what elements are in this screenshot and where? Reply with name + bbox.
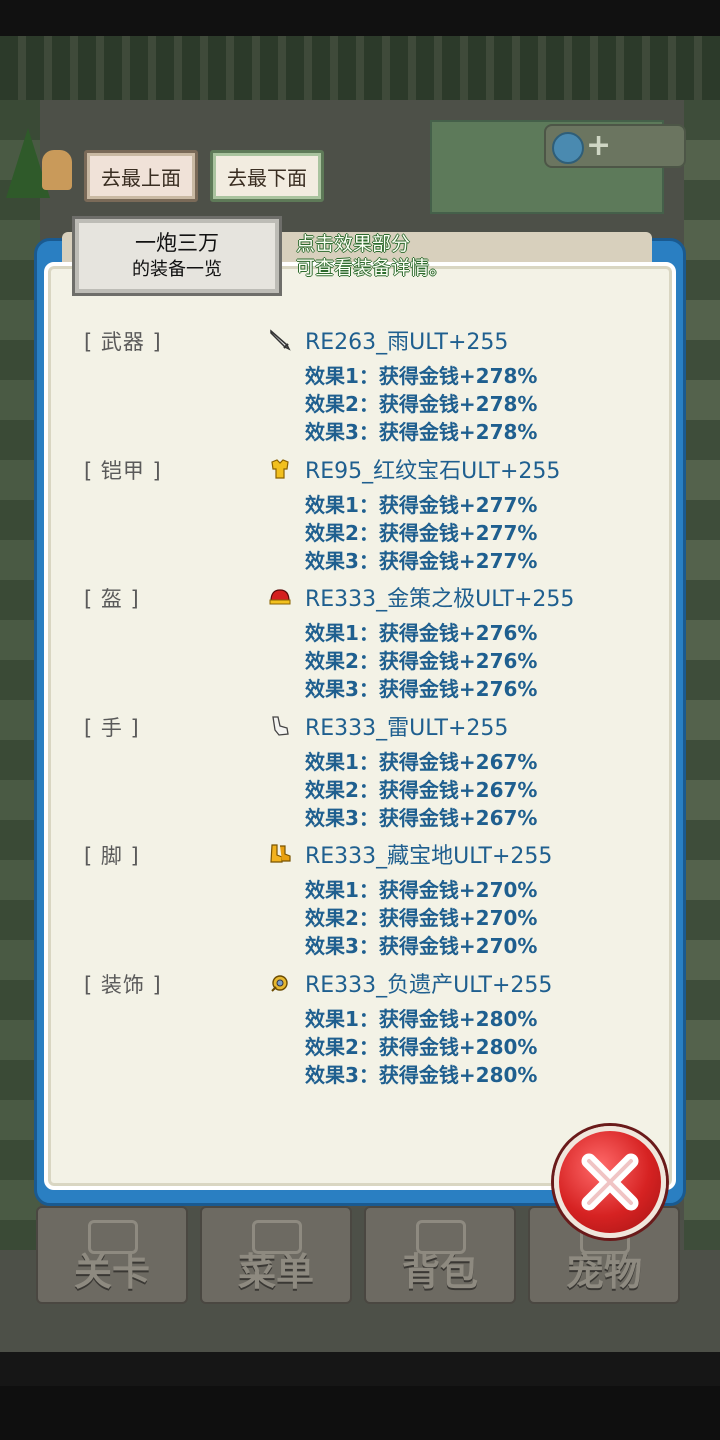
effect-2[interactable]: 效果2：获得金钱+278%	[305, 388, 537, 417]
book-icon	[252, 1220, 302, 1254]
panel-title-tab: 一炮三万 的装备一览	[72, 216, 282, 296]
effect-1[interactable]: 效果1：获得金钱+276%	[305, 617, 537, 646]
close-icon	[581, 1153, 639, 1211]
effect-1[interactable]: 效果1：获得金钱+270%	[305, 874, 537, 903]
background-fence	[0, 36, 720, 100]
effect-3[interactable]: 效果3：获得金钱+280%	[305, 1059, 537, 1088]
equipment-row-helmet: [ 盔 ] RE333_金策之极ULT+255 效果1：获得金钱+276% 效果…	[84, 579, 684, 708]
add-gem-button[interactable]: +	[544, 124, 686, 168]
navigation-bar	[0, 1352, 720, 1440]
slot-label: [ 铠甲 ]	[84, 458, 162, 483]
effect-3[interactable]: 效果3：获得金钱+277%	[305, 545, 537, 574]
effect-1[interactable]: 效果1：获得金钱+280%	[305, 1003, 537, 1032]
armor-icon	[271, 458, 289, 479]
slot-label: [ 装饰 ]	[84, 972, 162, 997]
plus-icon: +	[586, 128, 612, 163]
equipment-row-accessory: [ 装饰 ] RE333_负遗产ULT+255 效果1：获得金钱+280% 效果…	[84, 965, 684, 1094]
effect-2[interactable]: 效果2：获得金钱+267%	[305, 774, 537, 803]
equipment-row-hand: [ 手 ] RE333_雷ULT+255 效果1：获得金钱+267% 效果2：获…	[84, 708, 684, 837]
sword-icon	[270, 329, 291, 351]
slot-label: [ 手 ]	[84, 715, 140, 740]
gem-icon	[552, 132, 584, 164]
accessory-icon	[271, 974, 288, 992]
effect-1[interactable]: 效果1：获得金钱+278%	[305, 360, 537, 389]
effect-3[interactable]: 效果3：获得金钱+267%	[305, 802, 537, 831]
effect-1[interactable]: 效果1：获得金钱+277%	[305, 489, 537, 518]
helmet-icon	[269, 589, 291, 605]
effect-3[interactable]: 效果3：获得金钱+270%	[305, 930, 537, 959]
effect-3[interactable]: 效果3：获得金钱+276%	[305, 673, 537, 702]
item-name[interactable]: RE263_雨ULT+255	[305, 324, 508, 356]
effect-2[interactable]: 效果2：获得金钱+280%	[305, 1031, 537, 1060]
status-bar	[0, 0, 720, 36]
menu-stage-button[interactable]: 关卡	[36, 1206, 188, 1304]
effect-2[interactable]: 效果2：获得金钱+277%	[305, 517, 537, 546]
panel-title-caption: 的装备一览	[132, 259, 222, 280]
effect-2[interactable]: 效果2：获得金钱+276%	[305, 645, 537, 674]
item-name[interactable]: RE95_红纹宝石ULT+255	[305, 453, 560, 485]
effect-2[interactable]: 效果2：获得金钱+270%	[305, 902, 537, 931]
slot-label: [ 盔 ]	[84, 587, 140, 611]
menu-main-button[interactable]: 菜单	[200, 1206, 352, 1304]
backpack-icon	[416, 1220, 466, 1254]
equipment-row-feet: [ 脚 ] RE333_藏宝地ULT+255 效果1：获得金钱+270% 效果2…	[84, 836, 684, 965]
equipment-list: [ 武器 ] RE263_雨ULT+255 效果1：获得金钱+278% 效果2：…	[84, 322, 684, 1093]
slot-label: [ 脚 ]	[84, 844, 140, 868]
item-name[interactable]: RE333_藏宝地ULT+255	[305, 838, 552, 870]
go-top-button[interactable]: 去最上面	[84, 150, 198, 202]
hint-line-2: 可查看装备详情。	[296, 257, 449, 279]
panel-hint: 点击效果部分 可查看装备详情。	[296, 232, 448, 280]
gauntlet-icon	[272, 715, 289, 736]
close-button[interactable]	[554, 1126, 666, 1238]
go-bottom-button[interactable]: 去最下面	[210, 150, 324, 202]
panel-title-player: 一炮三万	[135, 231, 219, 255]
hint-line-1: 点击效果部分	[296, 233, 411, 255]
equipment-row-armor: [ 铠甲 ] RE95_红纹宝石ULT+255 效果1：获得金钱+277% 效果…	[84, 451, 684, 580]
item-name[interactable]: RE333_负遗产ULT+255	[305, 967, 552, 999]
item-name[interactable]: RE333_金策之极ULT+255	[305, 581, 574, 613]
slot-label: [ 武器 ]	[84, 330, 162, 354]
background-grass-right	[684, 100, 720, 1250]
boots-icon	[270, 844, 291, 863]
effect-3[interactable]: 效果3：获得金钱+278%	[305, 416, 537, 445]
player-character	[42, 150, 72, 190]
tools-icon	[88, 1220, 138, 1254]
item-name[interactable]: RE333_雷ULT+255	[305, 710, 508, 742]
effect-1[interactable]: 效果1：获得金钱+267%	[305, 746, 537, 775]
navigation-bar-strip	[0, 1386, 720, 1440]
menu-bag-button[interactable]: 背包	[364, 1206, 516, 1304]
equipment-row-weapon: [ 武器 ] RE263_雨ULT+255 效果1：获得金钱+278% 效果2：…	[84, 322, 684, 451]
